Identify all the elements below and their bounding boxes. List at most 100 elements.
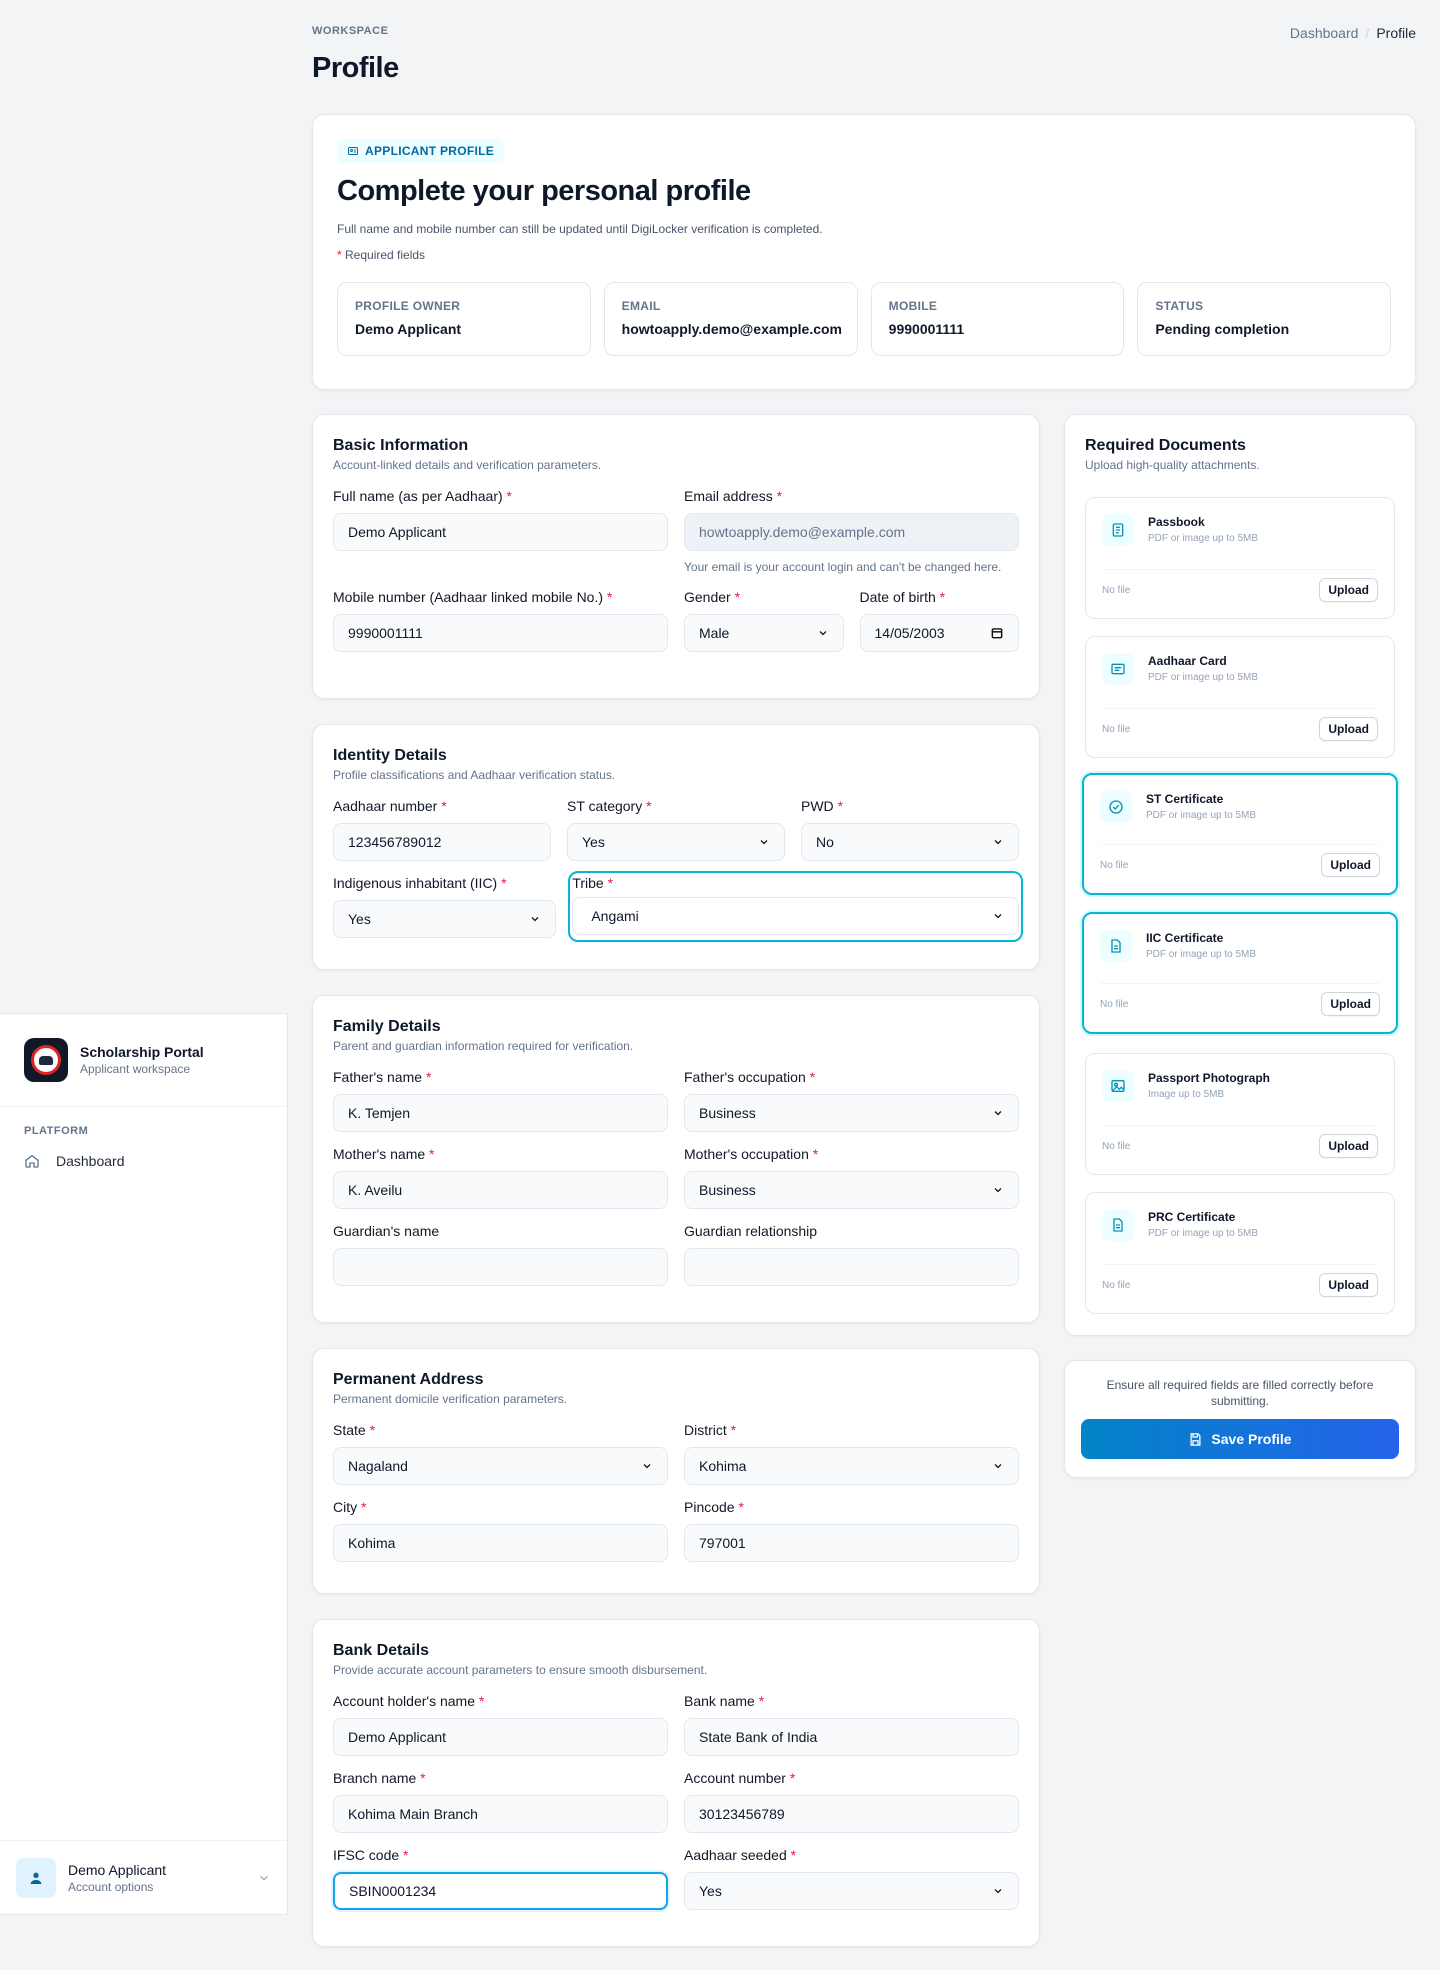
chevron-down-icon [994,1111,1002,1116]
section-title: Required Documents [1085,437,1246,454]
file-status: No file [1100,859,1129,871]
user-icon [30,1872,42,1884]
city-input[interactable]: Kohima [333,1524,668,1562]
check-circle-icon [1100,791,1132,823]
stat-status: STATUS Pending completion [1137,282,1392,356]
breadcrumb-dashboard[interactable]: Dashboard [1290,25,1359,41]
file-status: No file [1102,1279,1131,1291]
passbook-icon [1102,514,1134,546]
hero-note: Full name and mobile number can still be… [337,222,823,236]
chevron-down-icon [643,1464,651,1469]
st-category-select[interactable]: Yes [567,823,785,861]
tribe-field-focused: Tribe * Angami [568,871,1023,942]
document-iic-certificate: IIC Certificate PDF or image up to 5MB No… [1082,912,1398,1034]
save-icon [1190,1432,1201,1446]
gender-select[interactable]: Male [684,614,844,652]
section-subtitle: Parent and guardian information required… [333,1039,634,1053]
profile-summary-card: APPLICANT PROFILE Complete your personal… [312,114,1416,390]
required-fields-note: * Required fields [337,248,426,262]
chevron-down-icon [994,1464,1002,1469]
document-passport-photograph: Passport Photograph Image up to 5MB No fi… [1085,1053,1395,1175]
chevron-down-icon [260,1875,268,1881]
id-card-icon [1102,653,1134,685]
guardian-relationship-input[interactable] [684,1248,1019,1286]
user-subtitle: Account options [68,1879,154,1894]
breadcrumb-current: Profile [1376,25,1416,41]
permanent-address-section: Permanent Address Permanent domicile ver… [312,1348,1040,1594]
section-subtitle: Upload high-quality attachments. [1085,458,1260,472]
home-icon [25,1154,39,1168]
tribe-select[interactable]: Angami [572,897,1019,935]
upload-aadhaar-button[interactable]: Upload [1319,717,1378,741]
identity-details-section: Identity Details Profile classifications… [312,724,1040,970]
mother-occupation-select[interactable]: Business [684,1171,1019,1209]
file-status: No file [1102,1140,1131,1152]
chevron-down-icon [994,840,1002,845]
stat-email: EMAIL howtoapply.demo@example.com [603,282,858,356]
stat-mobile: MOBILE 9990001111 [870,282,1125,356]
section-title: Identity Details [333,747,447,764]
bank-name-input[interactable]: State Bank of India [684,1718,1019,1756]
family-details-section: Family Details Parent and guardian infor… [312,995,1040,1323]
document-aadhaar-card: Aadhaar Card PDF or image up to 5MB No fi… [1085,636,1395,758]
avatar [16,1857,56,1898]
section-subtitle: Profile classifications and Aadhaar veri… [333,768,616,782]
brand-title: Scholarship Portal [80,1044,204,1060]
chevron-down-icon [994,914,1002,919]
section-title: Basic Information [333,437,469,454]
aadhaar-seeded-select[interactable]: Yes [684,1872,1019,1910]
hero-title: Complete your personal profile [337,175,751,207]
district-select[interactable]: Kohima [684,1447,1019,1485]
ifsc-code-input[interactable]: SBIN0001234 [333,1872,668,1910]
page-title: Profile [312,52,399,84]
brand[interactable]: Scholarship Portal Applicant workspace [0,1014,287,1107]
branch-name-input[interactable]: Kohima Main Branch [333,1795,668,1833]
account-holder-input[interactable]: Demo Applicant [333,1718,668,1756]
account-number-input[interactable]: 30123456789 [684,1795,1019,1833]
section-title: Bank Details [333,1642,430,1659]
section-subtitle: Provide accurate account parameters to e… [333,1663,708,1677]
section-subtitle: Permanent domicile verification paramete… [333,1392,568,1406]
stat-profile-owner: PROFILE OWNER Demo Applicant [337,282,591,356]
upload-prc-certificate-button[interactable]: Upload [1319,1273,1378,1297]
document-prc-certificate: PRC Certificate PDF or image up to 5MB No… [1085,1192,1395,1314]
guardian-name-input[interactable] [333,1248,668,1286]
upload-st-certificate-button[interactable]: Upload [1321,853,1380,877]
applicant-profile-badge: APPLICANT PROFILE [337,139,505,163]
required-documents-panel: Required Documents Upload high-quality a… [1064,414,1416,1336]
account-menu[interactable]: Demo Applicant Account options [0,1840,287,1914]
id-badge-icon [348,147,358,155]
workspace-label: WORKSPACE [312,25,389,37]
full-name-input[interactable]: Demo Applicant [333,513,668,551]
aadhaar-number-input[interactable]: 123456789012 [333,823,551,861]
father-name-input[interactable]: K. Temjen [333,1094,668,1132]
section-subtitle: Account-linked details and verification … [333,458,602,472]
upload-passbook-button[interactable]: Upload [1319,578,1378,602]
iic-select[interactable]: Yes [333,900,557,938]
save-note: Ensure all required fields are filled co… [1106,1378,1374,1408]
chevron-down-icon [531,917,539,922]
file-status: No file [1102,584,1131,596]
father-occupation-select[interactable]: Business [684,1094,1019,1132]
section-title: Family Details [333,1018,441,1035]
mother-name-input[interactable]: K. Aveilu [333,1171,668,1209]
pincode-input[interactable]: 797001 [684,1524,1019,1562]
date-of-birth-input[interactable]: 14/05/2003 [859,614,1019,652]
email-hint: Your email is your account login and can… [684,560,1002,574]
sidebar-item-dashboard[interactable]: Dashboard [0,1147,287,1175]
pwd-select[interactable]: No [801,823,1019,861]
save-profile-button[interactable]: Save Profile [1081,1419,1399,1459]
upload-iic-certificate-button[interactable]: Upload [1321,992,1380,1016]
sidebar-section-label: PLATFORM [24,1125,89,1137]
file-status: No file [1100,998,1129,1010]
document-icon [1102,1209,1134,1241]
mobile-input[interactable]: 9990001111 [333,614,668,652]
brand-subtitle: Applicant workspace [80,1062,191,1076]
chevron-down-icon [994,1188,1002,1193]
document-icon [1100,930,1132,962]
upload-passport-photo-button[interactable]: Upload [1319,1134,1378,1158]
breadcrumb: Dashboard / Profile [1289,25,1416,41]
state-select[interactable]: Nagaland [333,1447,668,1485]
chevron-down-icon [760,840,768,845]
section-title: Permanent Address [333,1371,484,1388]
